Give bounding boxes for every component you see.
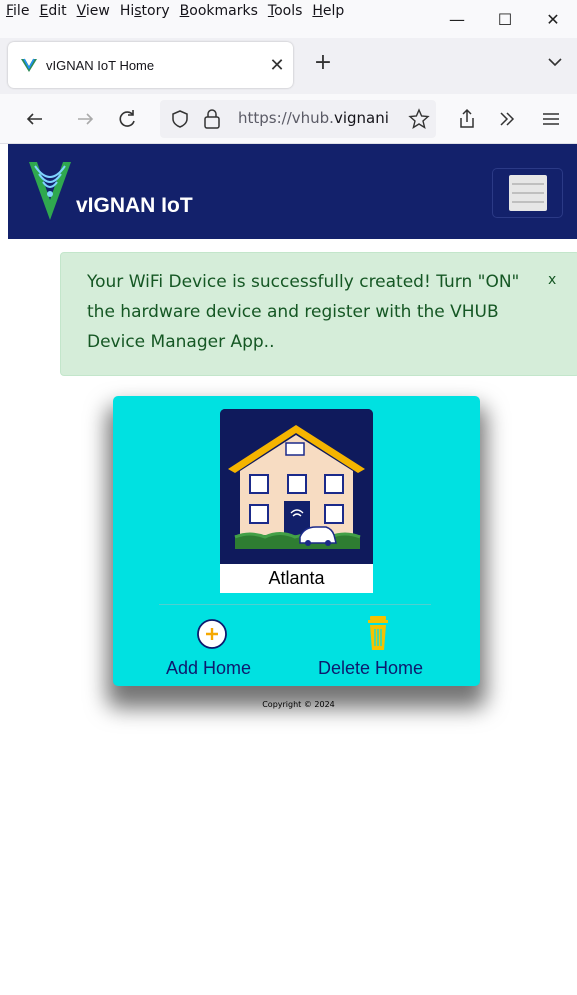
vignan-favicon-icon — [21, 58, 37, 72]
menu-tools[interactable]: Tools — [268, 3, 303, 19]
forward-arrow-icon[interactable] — [72, 106, 98, 132]
card-divider — [159, 604, 431, 605]
menu-view[interactable]: View — [77, 3, 110, 19]
window-controls: — ☐ ✕ — [433, 0, 577, 38]
alert-message: Your WiFi Device is successfully created… — [87, 272, 520, 352]
nav-toggle-button[interactable] — [492, 168, 563, 218]
maximize-button[interactable]: ☐ — [481, 0, 529, 38]
tab-vignan-iot-home[interactable]: vIGNAN IoT Home ✕ — [8, 42, 293, 88]
vignan-logo-icon — [29, 162, 71, 220]
delete-home-button[interactable]: Delete Home — [318, 658, 423, 679]
tab-bar: vIGNAN IoT Home ✕ + — [0, 38, 577, 94]
menu-items: File Edit View History Bookmarks Tools H… — [6, 3, 354, 19]
nav-toggle-icon — [509, 175, 547, 211]
navigation-bar: https://vhub.vignani — [0, 94, 577, 144]
reload-icon[interactable] — [114, 106, 140, 132]
add-home-button[interactable]: Add Home — [166, 658, 251, 679]
menu-history[interactable]: History — [120, 3, 170, 19]
tab-title: vIGNAN IoT Home — [46, 57, 155, 73]
trash-icon[interactable] — [367, 615, 389, 651]
close-window-button[interactable]: ✕ — [529, 0, 577, 38]
hamburger-menu-icon[interactable] — [538, 106, 564, 132]
minimize-button[interactable]: — — [433, 0, 481, 38]
star-bookmark-icon[interactable] — [408, 108, 430, 130]
url-bar[interactable]: https://vhub.vignani — [160, 100, 436, 138]
home-card: Atlanta Add Home Delete Home — [113, 396, 480, 686]
share-icon[interactable] — [454, 106, 480, 132]
copyright-text: Copyright © 2024 — [262, 700, 335, 709]
alert-close-icon[interactable]: x — [548, 265, 556, 295]
back-arrow-icon[interactable] — [22, 106, 48, 132]
home-name-label[interactable]: Atlanta — [220, 564, 373, 593]
site-name: vIGNAN IoT — [76, 194, 193, 217]
more-tools-icon[interactable] — [494, 106, 520, 132]
menu-help[interactable]: Help — [312, 3, 344, 19]
success-alert: Your WiFi Device is successfully created… — [60, 252, 577, 376]
menu-file[interactable]: File — [6, 3, 29, 19]
chevron-down-icon[interactable] — [545, 52, 565, 72]
lock-icon[interactable] — [202, 108, 222, 130]
menu-bookmarks[interactable]: Bookmarks — [180, 3, 258, 19]
menu-edit[interactable]: Edit — [39, 3, 66, 19]
new-tab-button[interactable]: + — [308, 50, 338, 75]
page-content: vIGNAN IoT Your WiFi Device is successfu… — [8, 144, 577, 995]
menu-bar: File Edit View History Bookmarks Tools H… — [0, 0, 577, 38]
shield-icon[interactable] — [170, 109, 190, 129]
add-home-icon[interactable] — [196, 618, 228, 650]
url-text[interactable]: https://vhub.vignani — [238, 109, 416, 127]
site-header: vIGNAN IoT — [8, 144, 577, 239]
tab-close-icon[interactable]: ✕ — [261, 55, 293, 76]
